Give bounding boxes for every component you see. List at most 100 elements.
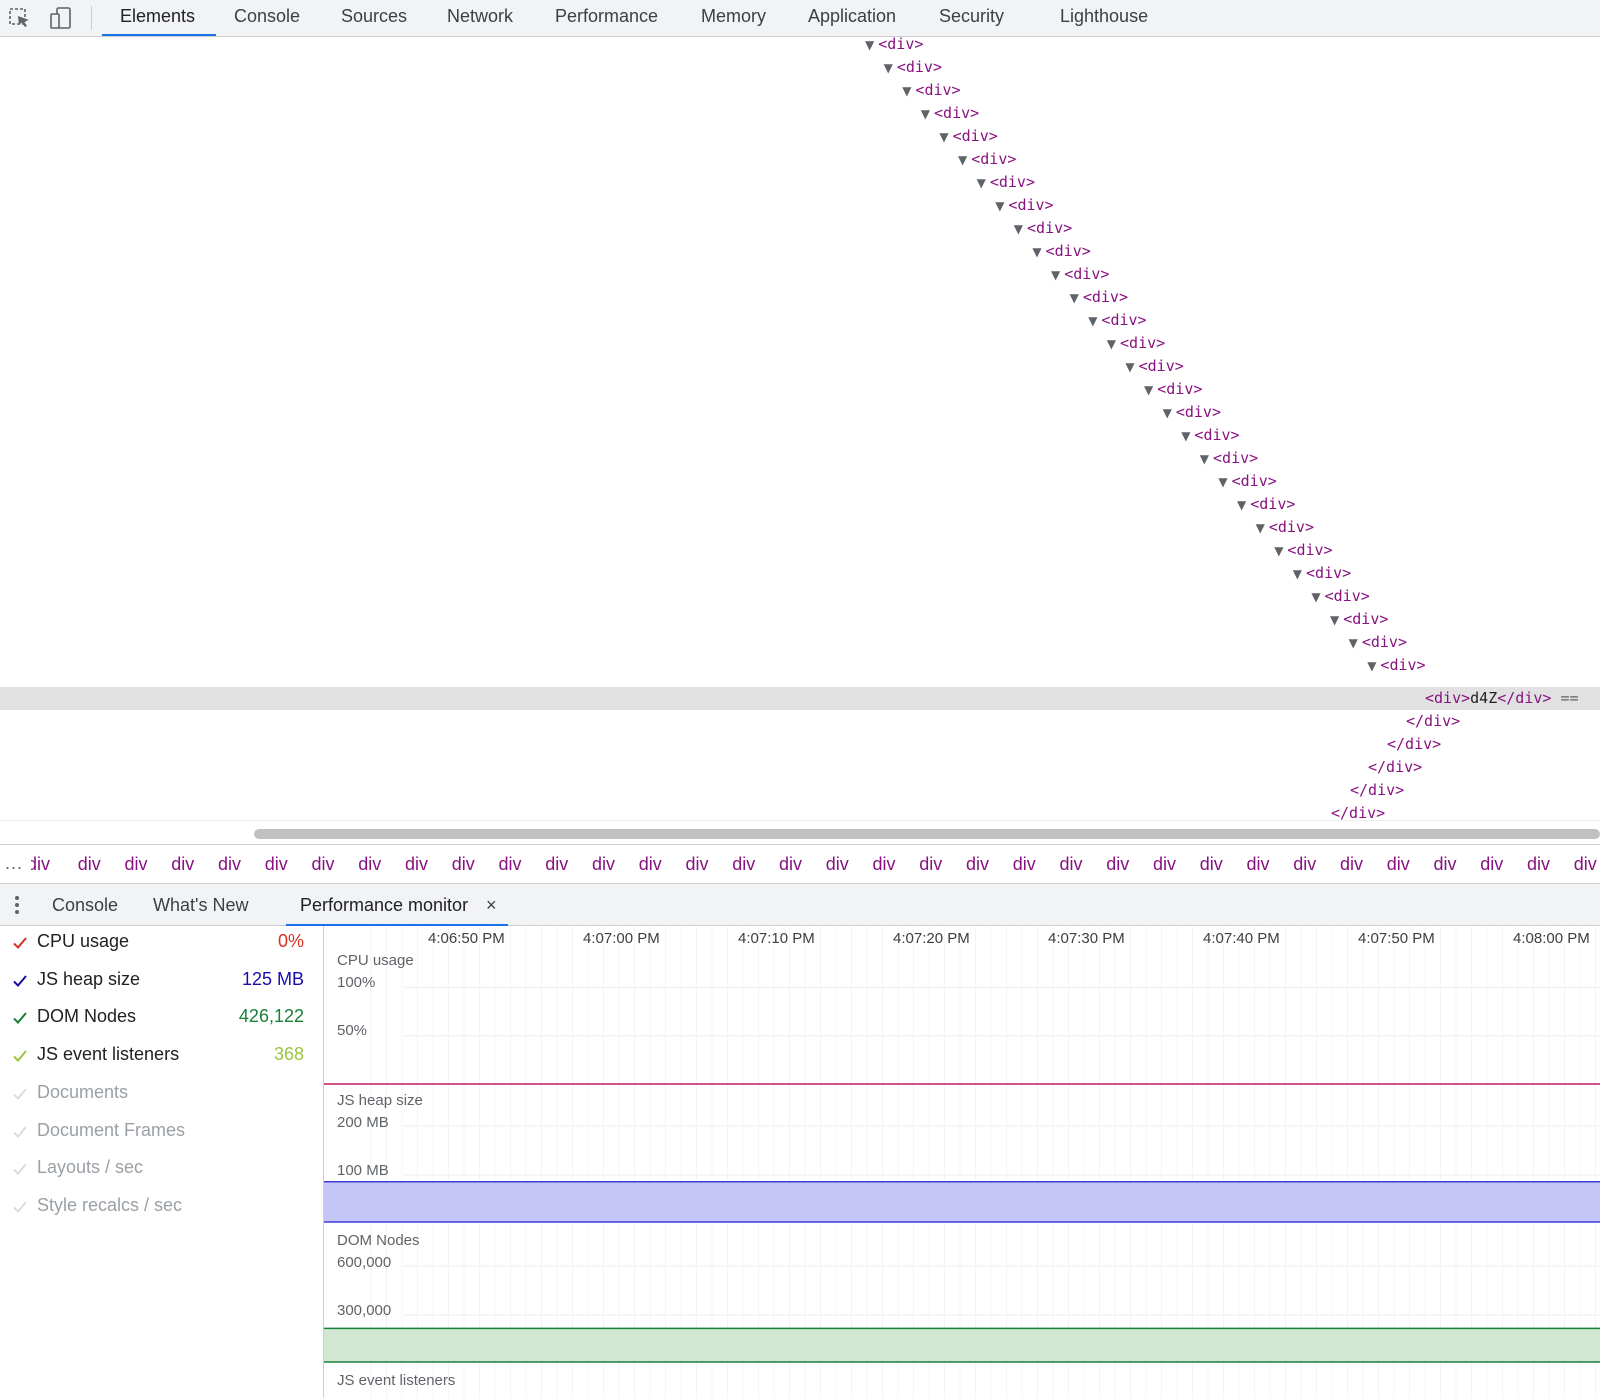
breadcrumb-item[interactable]: div — [405, 854, 428, 875]
elements-tree[interactable]: ▼ <div> ▼ <div> ▼ <div> ▼ <div> ▼ <div> ▼ <div> ▼ <di… — [0, 37, 1600, 820]
tree-node-div[interactable]: ▼ <div> — [1125, 355, 1183, 378]
breadcrumb-item[interactable]: div — [1293, 854, 1316, 875]
tree-node-div[interactable]: ▼ <div> — [1200, 447, 1258, 470]
breadcrumb-item[interactable]: div — [919, 854, 942, 875]
tree-node-div[interactable]: ▼ <div> — [884, 56, 942, 79]
metric-row[interactable]: Layouts / sec — [0, 1153, 324, 1190]
breadcrumb-item[interactable]: div — [78, 854, 101, 875]
checkmark-icon[interactable] — [12, 1161, 28, 1177]
tab-application[interactable]: Application — [808, 0, 896, 37]
breadcrumb-item[interactable]: div — [732, 854, 755, 875]
drawer-tab-console[interactable]: Console — [52, 884, 118, 926]
breadcrumb-item[interactable]: div — [826, 854, 849, 875]
tree-close-tag[interactable]: </div> — [1368, 756, 1422, 779]
expand-triangle-icon[interactable]: ▼ — [977, 176, 986, 190]
breadcrumb-item[interactable]: div — [686, 854, 709, 875]
checkmark-icon[interactable] — [12, 1124, 28, 1140]
breadcrumb-item[interactable]: div — [1340, 854, 1363, 875]
drawer-tab-performance-monitor[interactable]: Performance monitor — [300, 884, 468, 926]
expand-triangle-icon[interactable]: ▼ — [902, 84, 911, 98]
metric-row[interactable]: CPU usage 0% — [0, 927, 324, 964]
tree-node-div[interactable]: ▼ <div> — [1014, 217, 1072, 240]
checkmark-icon[interactable] — [12, 1048, 28, 1064]
tree-node-div[interactable]: ▼ <div> — [977, 171, 1035, 194]
expand-triangle-icon[interactable]: ▼ — [1256, 521, 1265, 535]
expand-triangle-icon[interactable]: ▼ — [1125, 360, 1134, 374]
breadcrumb-overflow-button[interactable]: ... — [5, 853, 23, 874]
tab-console[interactable]: Console — [234, 0, 300, 37]
expand-triangle-icon[interactable]: ▼ — [1144, 383, 1153, 397]
expand-triangle-icon[interactable]: ▼ — [1311, 590, 1320, 604]
selected-tree-node[interactable]: <div>d4Z</div> == — [1425, 687, 1579, 710]
breadcrumb-item[interactable]: div — [1060, 854, 1083, 875]
breadcrumb-item[interactable]: div — [1200, 854, 1223, 875]
breadcrumb-item[interactable]: div — [873, 854, 896, 875]
breadcrumb-item[interactable]: div — [125, 854, 148, 875]
tree-close-tag[interactable]: </div> — [1331, 802, 1385, 820]
expand-triangle-icon[interactable]: ▼ — [1349, 636, 1358, 650]
tab-lighthouse[interactable]: Lighthouse — [1060, 0, 1148, 37]
checkmark-icon[interactable] — [12, 1086, 28, 1102]
breadcrumb-item[interactable]: div — [499, 854, 522, 875]
breadcrumb-item[interactable]: div — [966, 854, 989, 875]
expand-triangle-icon[interactable]: ▼ — [958, 153, 967, 167]
expand-triangle-icon[interactable]: ▼ — [1181, 429, 1190, 443]
tab-performance[interactable]: Performance — [555, 0, 658, 37]
tree-node-div[interactable]: ▼ <div> — [1088, 309, 1146, 332]
breadcrumb-item[interactable]: div — [639, 854, 662, 875]
tab-memory[interactable]: Memory — [701, 0, 766, 37]
tree-node-div[interactable]: ▼ <div> — [1070, 286, 1128, 309]
breadcrumb-item[interactable]: div — [31, 854, 50, 875]
tree-node-div[interactable]: ▼ <div> — [1144, 378, 1202, 401]
expand-triangle-icon[interactable]: ▼ — [1032, 245, 1041, 259]
metric-row[interactable]: DOM Nodes 426,122 — [0, 1002, 324, 1039]
expand-triangle-icon[interactable]: ▼ — [1200, 452, 1209, 466]
breadcrumb-item[interactable]: div — [358, 854, 381, 875]
breadcrumb-item[interactable]: div — [265, 854, 288, 875]
expand-triangle-icon[interactable]: ▼ — [995, 199, 1004, 213]
expand-triangle-icon[interactable]: ▼ — [1088, 314, 1097, 328]
expand-triangle-icon[interactable]: ▼ — [1237, 498, 1246, 512]
tree-node-div[interactable]: ▼ <div> — [921, 102, 979, 125]
tree-node-div[interactable]: ▼ <div> — [1237, 493, 1295, 516]
expand-triangle-icon[interactable]: ▼ — [1330, 613, 1339, 627]
breadcrumb-item[interactable]: div — [779, 854, 802, 875]
breadcrumb-item[interactable]: div — [1013, 854, 1036, 875]
breadcrumb-item[interactable]: div — [1106, 854, 1129, 875]
breadcrumb-item[interactable]: div — [452, 854, 475, 875]
breadcrumb-item[interactable]: div — [218, 854, 241, 875]
breadcrumb-item[interactable]: div — [592, 854, 615, 875]
close-tab-icon[interactable]: × — [486, 884, 497, 926]
device-toolbar-icon[interactable] — [48, 6, 74, 30]
tab-sources[interactable]: Sources — [341, 0, 407, 37]
tree-node-div[interactable]: ▼ <div> — [1181, 424, 1239, 447]
expand-triangle-icon[interactable]: ▼ — [1367, 659, 1376, 673]
expand-triangle-icon[interactable]: ▼ — [1107, 337, 1116, 351]
expand-triangle-icon[interactable]: ▼ — [1070, 291, 1079, 305]
breadcrumb-item[interactable]: div — [1247, 854, 1270, 875]
expand-triangle-icon[interactable]: ▼ — [1293, 567, 1302, 581]
breadcrumb-item[interactable]: div — [1153, 854, 1176, 875]
expand-triangle-icon[interactable]: ▼ — [1163, 406, 1172, 420]
drawer-tab-whats-new[interactable]: What's New — [153, 884, 248, 926]
tree-node-div[interactable]: ▼ <div> — [1218, 470, 1276, 493]
breadcrumb-item[interactable]: div — [1434, 854, 1457, 875]
tree-close-tag[interactable]: </div> — [1350, 779, 1404, 802]
breadcrumb-item[interactable]: div — [1387, 854, 1410, 875]
breadcrumb-item[interactable]: div — [171, 854, 194, 875]
tree-node-div[interactable]: ▼ <div> — [1349, 631, 1407, 654]
scrollbar-thumb[interactable] — [254, 829, 1600, 839]
tree-node-div[interactable]: ▼ <div> — [958, 148, 1016, 171]
checkmark-icon[interactable] — [12, 973, 28, 989]
breadcrumb-item[interactable]: div — [1574, 854, 1597, 875]
tree-node-div[interactable]: ▼ <div> — [1367, 654, 1425, 677]
expand-triangle-icon[interactable]: ▼ — [921, 107, 930, 121]
more-options-icon[interactable] — [13, 894, 21, 916]
element-picker-icon[interactable] — [7, 6, 33, 30]
tree-node-div[interactable]: ▼ <div> — [1163, 401, 1221, 424]
breadcrumb-item[interactable]: div — [312, 854, 335, 875]
tab-elements[interactable]: Elements — [120, 0, 195, 37]
tab-network[interactable]: Network — [447, 0, 513, 37]
metric-row[interactable]: Document Frames — [0, 1116, 324, 1153]
checkmark-icon[interactable] — [12, 1199, 28, 1215]
